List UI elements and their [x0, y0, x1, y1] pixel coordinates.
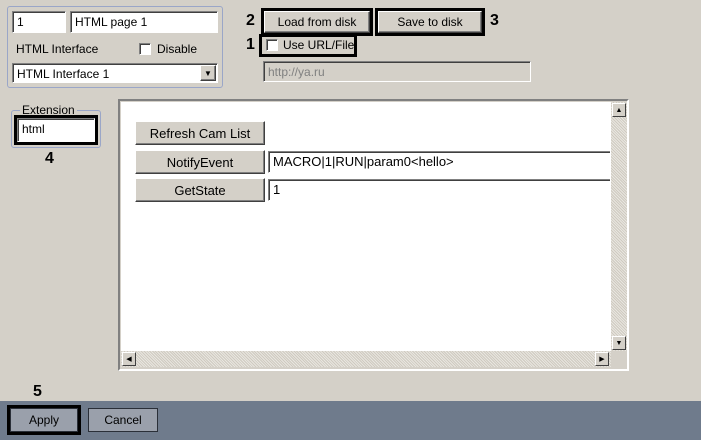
extension-group-label: Extension	[20, 103, 77, 117]
url-field: http://ya.ru	[263, 61, 531, 82]
extension-field[interactable]: html	[14, 115, 98, 145]
interface-select-value: HTML Interface 1	[17, 67, 110, 81]
get-state-label: GetState	[174, 182, 226, 198]
scroll-corner	[611, 351, 627, 367]
save-to-disk-label: Save to disk	[397, 15, 463, 29]
interface-select-dropdown-button[interactable]: ▼	[200, 65, 216, 81]
refresh-cam-list-label: Refresh Cam List	[149, 125, 251, 141]
disable-label: Disable	[157, 42, 198, 56]
html-interface-label: HTML Interface	[16, 42, 99, 56]
page-id-field[interactable]: 1	[12, 11, 66, 33]
scroll-right-button[interactable]: ▶	[595, 352, 609, 366]
cancel-button[interactable]: Cancel	[88, 408, 158, 432]
arrow-right-icon: ▶	[599, 356, 605, 363]
callout-5: 5	[33, 383, 42, 400]
callout-2: 2	[246, 12, 255, 29]
notify-event-field[interactable]: MACRO|1|RUN|param0<hello>	[268, 151, 610, 173]
apply-button[interactable]: Apply	[7, 405, 81, 435]
page-name-field[interactable]: HTML page 1	[70, 11, 218, 33]
get-state-button[interactable]: GetState	[135, 178, 265, 202]
callout-1: 1	[246, 36, 255, 53]
arrow-left-icon: ◀	[126, 356, 132, 363]
scroll-left-button[interactable]: ◀	[122, 352, 136, 366]
scroll-up-button[interactable]: ▲	[612, 103, 626, 117]
refresh-cam-list-button[interactable]: Refresh Cam List	[135, 121, 265, 145]
interface-select[interactable]: HTML Interface 1	[12, 63, 218, 83]
use-url-file-checkbox[interactable]	[266, 39, 278, 51]
vertical-scrollbar[interactable]	[611, 102, 627, 351]
callout-4: 4	[45, 150, 54, 167]
arrow-down-icon: ▼	[615, 339, 623, 347]
use-url-file-label: Use URL/File:	[283, 38, 358, 52]
load-from-disk-button[interactable]: Load from disk	[261, 8, 373, 36]
scroll-down-button[interactable]: ▼	[612, 336, 626, 350]
chevron-down-icon: ▼	[204, 68, 212, 78]
cancel-label: Cancel	[104, 413, 142, 427]
apply-label: Apply	[28, 413, 60, 427]
notify-event-button[interactable]: NotifyEvent	[135, 150, 265, 174]
horizontal-scrollbar[interactable]	[121, 351, 611, 367]
load-from-disk-label: Load from disk	[277, 15, 357, 29]
get-state-field[interactable]: 1	[268, 179, 610, 201]
disable-checkbox[interactable]	[139, 43, 151, 55]
arrow-up-icon: ▲	[615, 106, 623, 114]
callout-3: 3	[490, 12, 499, 29]
save-to-disk-button[interactable]: Save to disk	[375, 8, 485, 36]
notify-event-label: NotifyEvent	[166, 154, 234, 170]
